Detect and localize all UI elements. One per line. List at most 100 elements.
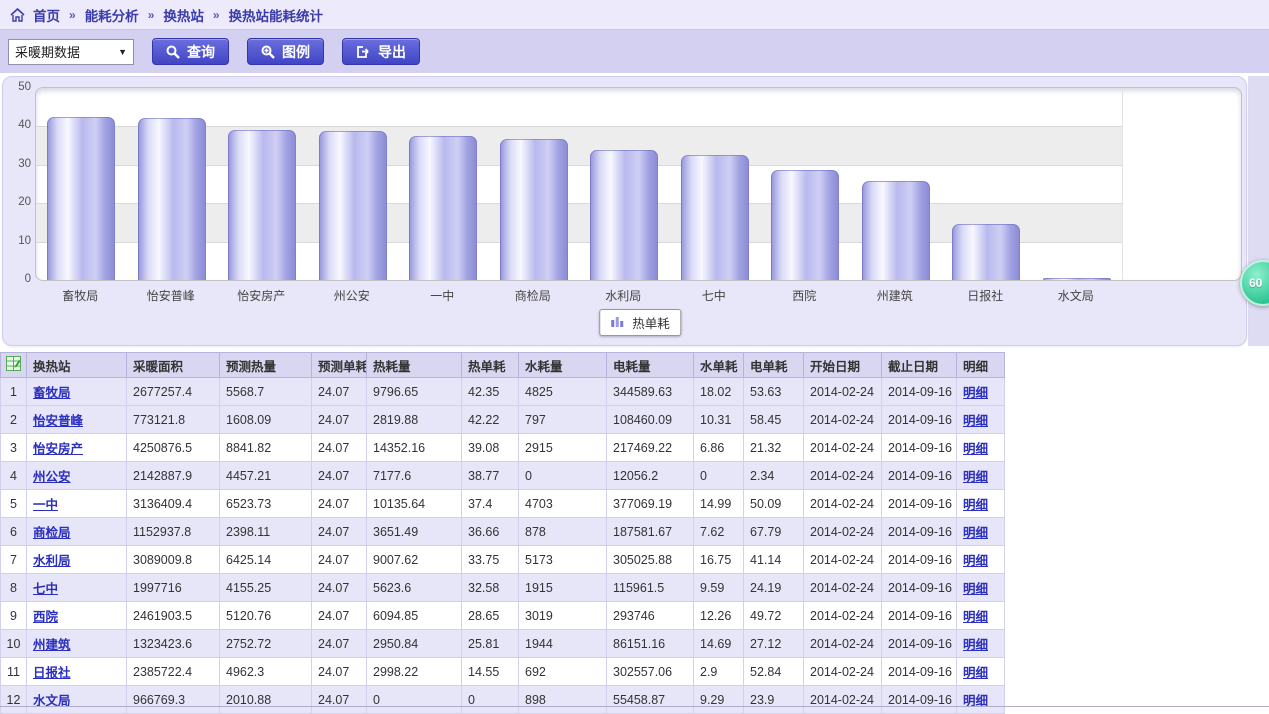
breadcrumb-item-energy-analysis[interactable]: 能耗分析 xyxy=(85,5,139,25)
chart-bar[interactable] xyxy=(771,170,839,280)
station-link[interactable]: 畜牧局 xyxy=(33,386,71,400)
detail-link[interactable]: 明细 xyxy=(963,414,988,428)
chart-legend-label: 热单耗 xyxy=(632,313,670,332)
table-cell: 42.22 xyxy=(462,406,519,434)
chart-bar[interactable] xyxy=(500,139,568,280)
table-cell: 2.9 xyxy=(694,658,744,686)
table-cell: 773121.8 xyxy=(127,406,220,434)
table-cell: 畜牧局 xyxy=(27,378,127,406)
table-row: 1畜牧局2677257.45568.724.079796.6542.354825… xyxy=(1,378,1005,406)
chart-bar[interactable] xyxy=(952,224,1020,280)
detail-link[interactable]: 明细 xyxy=(963,442,988,456)
table-cell: 5120.76 xyxy=(220,602,312,630)
station-link[interactable]: 西院 xyxy=(33,610,58,624)
detail-link[interactable]: 明细 xyxy=(963,498,988,512)
table-cell: 86151.16 xyxy=(607,630,694,658)
chart-bar[interactable] xyxy=(138,118,206,280)
table-cell: 怡安房产 xyxy=(27,434,127,462)
table-cell: 2014-02-24 xyxy=(804,686,882,714)
detail-link[interactable]: 明细 xyxy=(963,666,988,680)
station-link[interactable]: 州建筑 xyxy=(33,638,71,652)
table-cell: 州建筑 xyxy=(27,630,127,658)
period-select-value: 采暖期数据 xyxy=(15,42,80,61)
table-cell: 293746 xyxy=(607,602,694,630)
table-cell: 898 xyxy=(519,686,607,714)
table-cell: 55458.87 xyxy=(607,686,694,714)
table-cell: 明细 xyxy=(957,686,1005,714)
station-link[interactable]: 日报社 xyxy=(33,666,71,680)
x-axis-label: 怡安普峰 xyxy=(126,287,217,304)
chart-bar[interactable] xyxy=(319,131,387,280)
chart-bar[interactable] xyxy=(1043,278,1111,280)
row-number: 11 xyxy=(1,658,27,686)
chart-bar[interactable] xyxy=(409,136,477,280)
table-cell: 53.63 xyxy=(744,378,804,406)
station-link[interactable]: 七中 xyxy=(33,582,58,596)
column-header: 预测单耗 xyxy=(312,353,367,378)
chart-bar-slot xyxy=(489,88,580,280)
app-root: 首页 » 能耗分析 » 换热站 » 换热站能耗统计 采暖期数据 ▼ 查询 xyxy=(0,0,1269,714)
home-icon[interactable] xyxy=(10,8,25,22)
table-cell: 水利局 xyxy=(27,546,127,574)
stations-table: 换热站采暖面积预测热量预测单耗热耗量热单耗水耗量电耗量水单耗电单耗开始日期截止日… xyxy=(0,352,1005,714)
table-cell: 2014-02-24 xyxy=(804,630,882,658)
table-edit-icon[interactable] xyxy=(1,353,27,378)
station-link[interactable]: 一中 xyxy=(33,498,58,512)
station-link[interactable]: 怡安房产 xyxy=(33,442,83,456)
table-cell: 2014-09-16 xyxy=(882,434,957,462)
station-link[interactable]: 州公安 xyxy=(33,470,71,484)
table-cell: 24.07 xyxy=(312,378,367,406)
chart-legend-button[interactable]: 图例 xyxy=(247,38,324,65)
chart-bar[interactable] xyxy=(590,150,658,280)
station-link[interactable]: 水利局 xyxy=(33,554,71,568)
table-cell: 2014-09-16 xyxy=(882,546,957,574)
chart-bar[interactable] xyxy=(681,155,749,280)
table-cell: 明细 xyxy=(957,406,1005,434)
chart-bar[interactable] xyxy=(228,130,296,280)
query-button[interactable]: 查询 xyxy=(152,38,229,65)
table-cell: 明细 xyxy=(957,630,1005,658)
table-cell: 0 xyxy=(462,686,519,714)
detail-link[interactable]: 明细 xyxy=(963,638,988,652)
table-row: 6商检局1152937.82398.1124.073651.4936.66878… xyxy=(1,518,1005,546)
table-cell: 24.07 xyxy=(312,462,367,490)
chart-bar[interactable] xyxy=(47,117,115,280)
station-link[interactable]: 怡安普峰 xyxy=(33,414,83,428)
row-number: 12 xyxy=(1,686,27,714)
x-axis-label: 日报社 xyxy=(940,287,1031,304)
period-select[interactable]: 采暖期数据 ▼ xyxy=(8,39,134,65)
row-number: 5 xyxy=(1,490,27,518)
export-button[interactable]: 导出 xyxy=(342,38,420,65)
column-header: 电耗量 xyxy=(607,353,694,378)
table-cell: 24.07 xyxy=(312,490,367,518)
export-icon xyxy=(356,45,371,59)
breadcrumb-item-heat-station[interactable]: 换热站 xyxy=(163,5,204,25)
table-cell: 2014-02-24 xyxy=(804,490,882,518)
chart-legend[interactable]: 热单耗 xyxy=(599,309,681,336)
table-cell: 3136409.4 xyxy=(127,490,220,518)
chart-bars xyxy=(36,88,1122,280)
table-cell: 0 xyxy=(367,686,462,714)
detail-link[interactable]: 明细 xyxy=(963,610,988,624)
table-cell: 6.86 xyxy=(694,434,744,462)
detail-link[interactable]: 明细 xyxy=(963,554,988,568)
table-cell: 7177.6 xyxy=(367,462,462,490)
toolbar: 采暖期数据 ▼ 查询 图例 xyxy=(0,30,1269,73)
table-cell: 2014-02-24 xyxy=(804,378,882,406)
breadcrumb-home[interactable]: 首页 xyxy=(33,5,60,25)
table-cell: 2385722.4 xyxy=(127,658,220,686)
x-axis: 畜牧局怡安普峰怡安房产州公安一中商检局水利局七中西院州建筑日报社水文局 xyxy=(35,287,1121,304)
detail-link[interactable]: 明细 xyxy=(963,470,988,484)
row-number: 9 xyxy=(1,602,27,630)
station-link[interactable]: 商检局 xyxy=(33,526,71,540)
table-cell: 4703 xyxy=(519,490,607,518)
chart-bar[interactable] xyxy=(862,181,930,280)
detail-link[interactable]: 明细 xyxy=(963,526,988,540)
table-cell: 67.79 xyxy=(744,518,804,546)
table-cell: 50.09 xyxy=(744,490,804,518)
detail-link[interactable]: 明细 xyxy=(963,582,988,596)
table-cell: 21.32 xyxy=(744,434,804,462)
detail-link[interactable]: 明细 xyxy=(963,386,988,400)
table-cell: 2010.88 xyxy=(220,686,312,714)
y-axis-label: 20 xyxy=(5,196,31,208)
